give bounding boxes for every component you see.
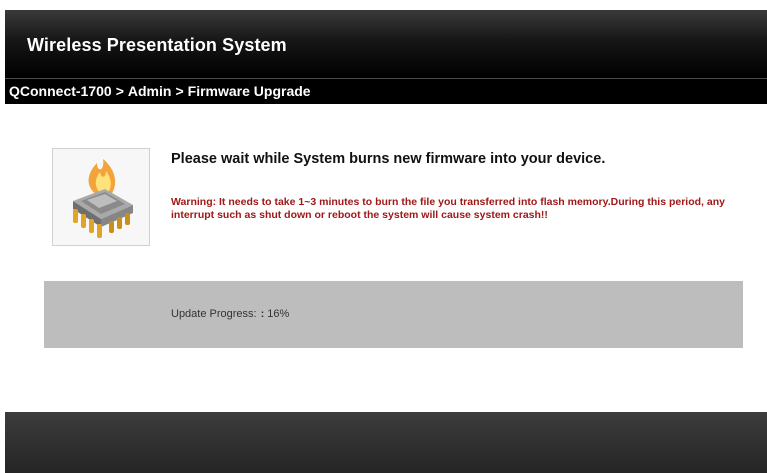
breadcrumb-bar: QConnect-1700 > Admin > Firmware Upgrade <box>5 78 767 104</box>
progress-label: Update Progress: <box>171 308 257 320</box>
header-bar: Wireless Presentation System <box>5 10 767 78</box>
breadcrumb-item-firmware-upgrade: Firmware Upgrade <box>187 83 311 99</box>
status-message: Please wait while System burns new firmw… <box>171 151 606 167</box>
warning-message: Warning: It needs to take 1~3 minutes to… <box>171 196 725 221</box>
progress-value: 16% <box>267 308 290 320</box>
page: Wireless Presentation System QConnect-17… <box>0 0 767 473</box>
firmware-icon-box <box>52 148 150 246</box>
breadcrumb-item-admin[interactable]: Admin <box>128 83 172 99</box>
progress-separator: : <box>260 308 265 320</box>
progress-panel: Update Progress::16% <box>44 281 743 348</box>
breadcrumb-separator: > <box>115 83 124 99</box>
breadcrumb-separator: > <box>175 83 184 99</box>
app-title: Wireless Presentation System <box>27 35 287 55</box>
footer-bar <box>5 412 767 473</box>
firmware-chip-icon <box>73 159 133 238</box>
progress-row: Update Progress::16% <box>171 308 289 320</box>
breadcrumb: QConnect-1700 > Admin > Firmware Upgrade <box>9 83 311 99</box>
breadcrumb-item-device[interactable]: QConnect-1700 <box>9 83 112 99</box>
